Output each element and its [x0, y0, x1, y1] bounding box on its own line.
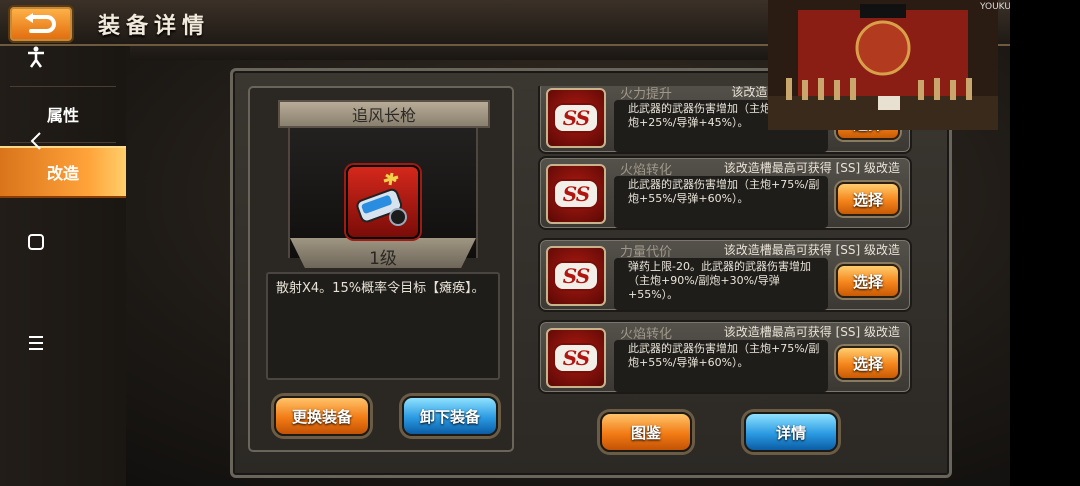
slot-effect-text: 此武器的武器伤害增加（主炮+75%/副炮+55%/导弹+60%）。: [614, 176, 828, 228]
sidebar-divider: [10, 86, 116, 87]
modification-slot-list[interactable]: SS 火力提升 该改造槽最高可获得[SS]级改造 此武器的武器伤害增加（主炮+2…: [524, 86, 928, 396]
modification-slot: SS 力量代价 该改造槽最高可获得 [SS] 级改造 弹药上限-20。此武器的武…: [538, 238, 912, 312]
slot-effect-text: 此武器的武器伤害增加（主炮+75%/副炮+55%/导弹+60%）。: [614, 340, 828, 392]
back-button[interactable]: [8, 5, 74, 43]
select-button[interactable]: 选择: [836, 264, 900, 298]
page-title: 装备详情: [98, 14, 211, 39]
select-button[interactable]: 选择: [836, 346, 900, 380]
floating-video-window[interactable]: [768, 0, 998, 130]
catalog-button[interactable]: 图鉴: [600, 412, 692, 452]
menu-nav-icon[interactable]: [25, 332, 47, 354]
back-arrow-icon: [25, 13, 56, 33]
slot-tip: 该改造槽最高可获得 [SS] 级改造: [723, 161, 900, 175]
equipment-name: 追风长枪: [278, 100, 490, 128]
slot-tip: 该改造槽最高可获得 [SS] 级改造: [723, 243, 900, 257]
sidebar-item-label: 改造: [46, 164, 79, 183]
system-navigation-bar: [1010, 0, 1080, 486]
details-button[interactable]: 详情: [744, 412, 838, 452]
equipment-description: 散射X4。15%概率令目标【瘫痪】。: [266, 272, 500, 380]
sidebar-item-label: 属性: [46, 106, 79, 125]
accessibility-icon[interactable]: [25, 46, 47, 68]
ss-grade-icon: SS: [546, 328, 606, 388]
home-nav-icon[interactable]: [25, 231, 47, 253]
sidebar-item-attributes[interactable]: 属性: [0, 88, 126, 140]
select-button[interactable]: 选择: [836, 182, 900, 216]
gun-icon: [356, 172, 407, 226]
slot-tip: 该改造槽最高可获得 [SS] 级改造: [723, 325, 900, 339]
change-equipment-button[interactable]: 更换装备: [274, 396, 370, 436]
modification-slot: SS 火焰转化 该改造槽最高可获得 [SS] 级改造 此武器的武器伤害增加（主炮…: [538, 320, 912, 394]
ss-grade-icon: SS: [546, 246, 606, 306]
slot-effect-text: 弹药上限-20。此武器的武器伤害增加（主炮+90%/副炮+30%/导弹+55%）…: [614, 258, 828, 310]
modification-slot: SS 火焰转化 该改造槽最高可获得 [SS] 级改造 此武器的武器伤害增加（主炮…: [538, 156, 912, 230]
sidebar-item-modify[interactable]: 改造: [0, 146, 126, 198]
equipment-level: 1级: [369, 249, 397, 269]
weapon-icon[interactable]: [346, 165, 420, 239]
back-nav-icon[interactable]: [25, 130, 47, 152]
unequip-button[interactable]: 卸下装备: [402, 396, 498, 436]
ss-grade-icon: SS: [546, 88, 606, 148]
ss-grade-icon: SS: [546, 164, 606, 224]
stage-video-frame: [768, 0, 998, 130]
